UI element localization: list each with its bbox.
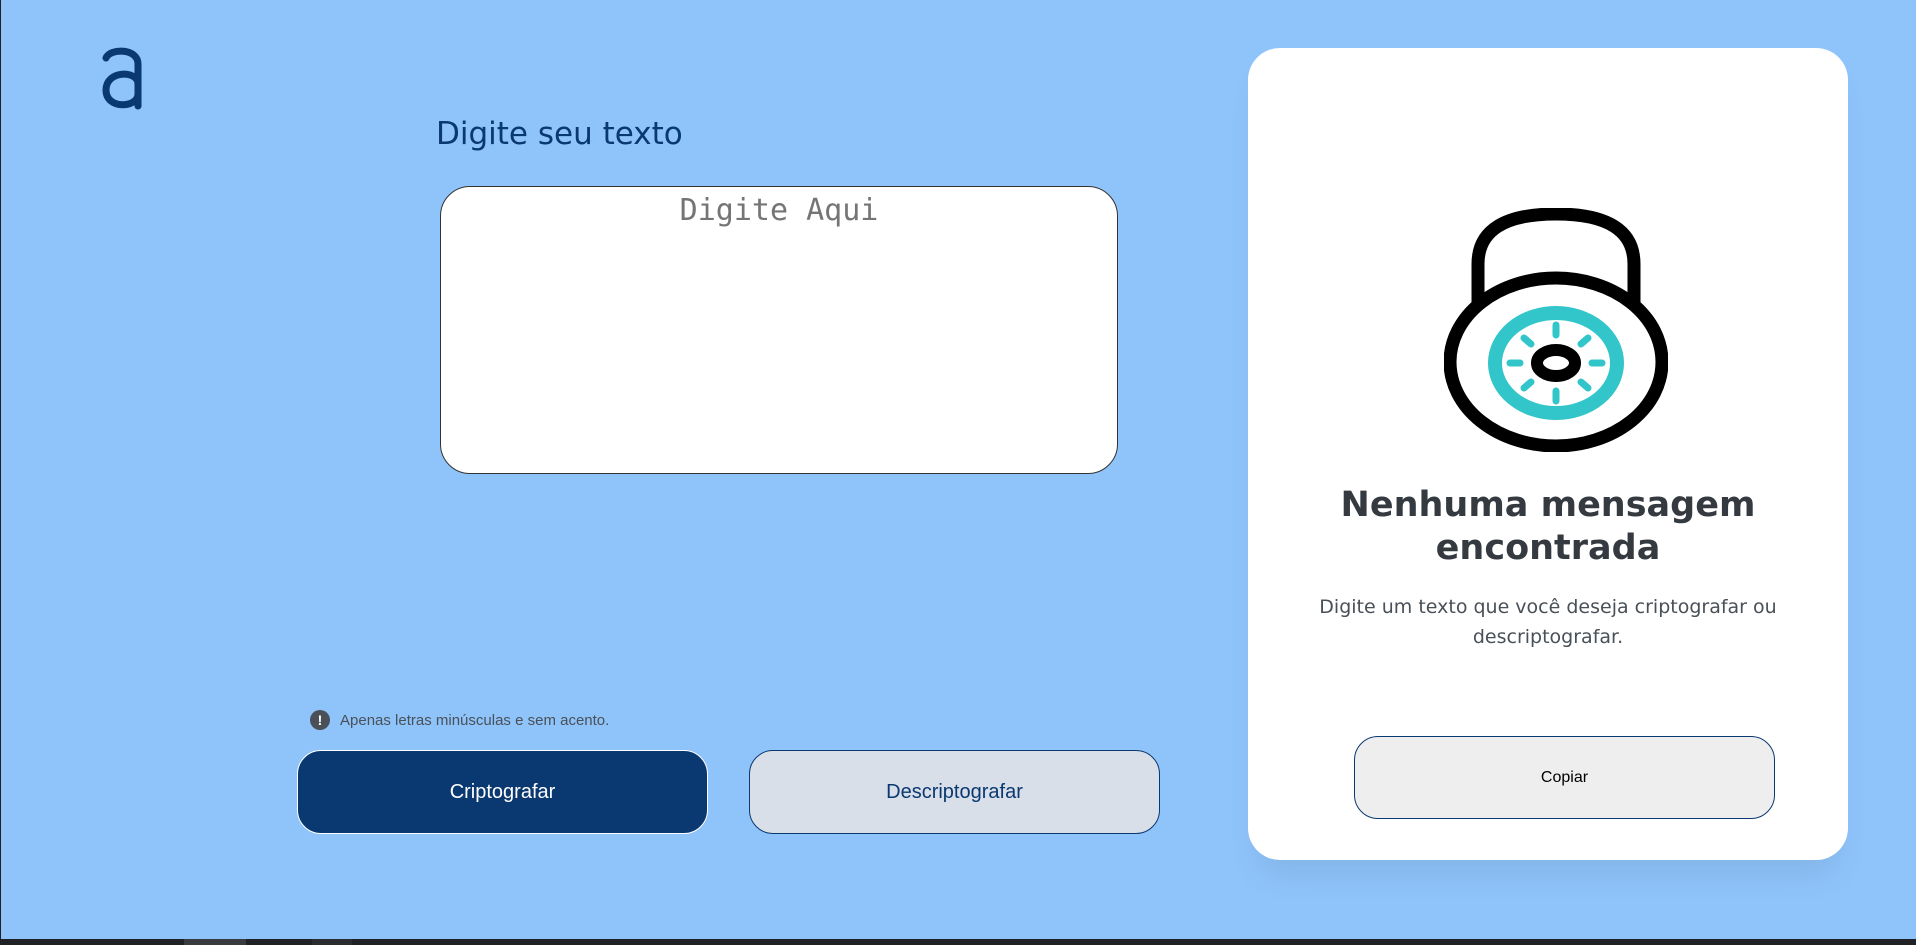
input-title: Digite seu texto bbox=[436, 116, 683, 152]
padlock-icon bbox=[1444, 208, 1668, 452]
copy-button[interactable]: Copiar bbox=[1354, 736, 1775, 819]
hint-text: Apenas letras minúsculas e sem acento. bbox=[340, 711, 610, 729]
output-title: Nenhuma mensagem encontrada bbox=[1340, 485, 1756, 568]
text-input[interactable] bbox=[440, 186, 1118, 474]
taskbar-item[interactable] bbox=[184, 939, 246, 945]
alura-logo-icon bbox=[102, 47, 142, 110]
input-hint: ! Apenas letras minúsculas e sem acento. bbox=[310, 710, 609, 730]
decrypt-button[interactable]: Descriptografar bbox=[749, 750, 1160, 834]
page: Digite seu texto ! Apenas letras minúscu… bbox=[0, 0, 1916, 945]
output-text: Digite um texto que você deseja criptogr… bbox=[1319, 596, 1777, 648]
encrypt-button[interactable]: Criptografar bbox=[297, 750, 708, 834]
window-edge bbox=[0, 0, 1, 940]
output-panel: Nenhuma mensagem encontrada Digite um te… bbox=[1248, 48, 1848, 860]
exclamation-circle-icon: ! bbox=[310, 710, 330, 730]
taskbar-item[interactable] bbox=[312, 939, 352, 945]
taskbar-strip bbox=[0, 939, 1916, 945]
